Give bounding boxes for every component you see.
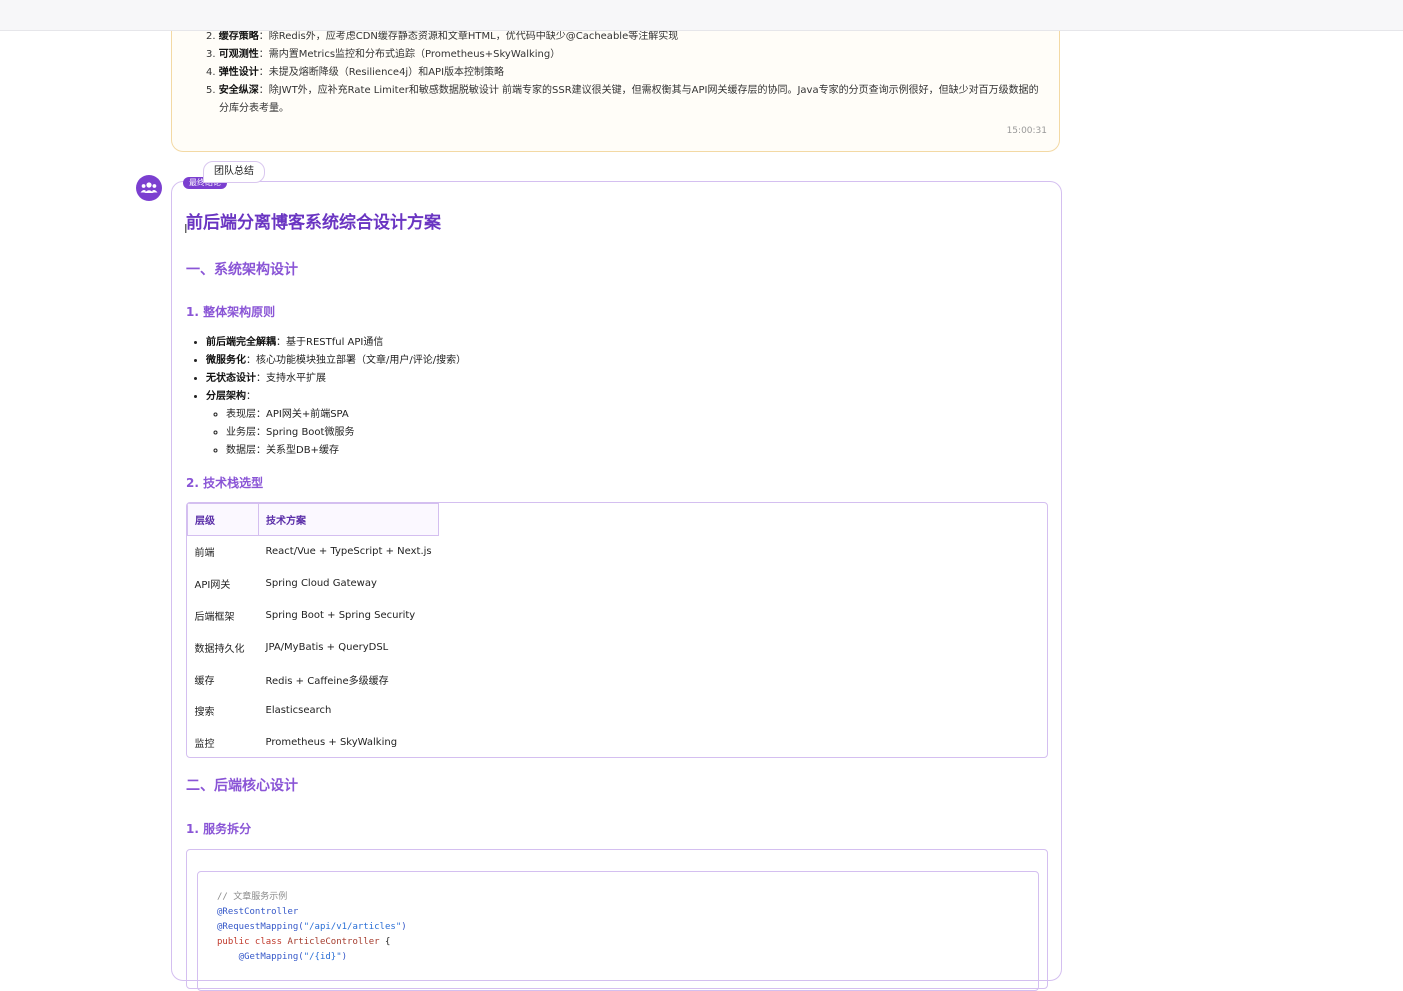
- sender-name: 团队总结: [203, 161, 265, 183]
- code-line: // 文章服务示例: [217, 892, 288, 902]
- table-cell: 前端: [194, 548, 215, 560]
- text-cursor-icon: I: [184, 222, 188, 236]
- table-row: 缓存 Redis + Caffeine多级缓存: [188, 663, 439, 695]
- table-cell: Spring Cloud Gateway: [265, 578, 377, 590]
- message-timestamp: 15:00:31: [1006, 126, 1047, 136]
- table-cell: React/Vue + TypeScript + Next.js: [265, 546, 432, 558]
- section-heading: 二、后端核心设计: [186, 778, 298, 794]
- table-cell: Elasticsearch: [265, 705, 332, 717]
- page-title: 前后端分离博客系统综合设计方案: [186, 213, 441, 233]
- table-cell: 后端框架: [194, 611, 235, 623]
- message-card: 前后端分离博客系统综合设计方案 一、系统架构设计 1. 整体架构原则 前后端完全…: [171, 181, 1062, 991]
- table-row: 搜索 Elasticsearch: [188, 695, 439, 727]
- subsection-heading: 2. 技术栈选型: [186, 476, 264, 490]
- table-cell: JPA/MyBatis + QueryDSL: [265, 641, 389, 653]
- table-cell: Redis + Caffeine多级缓存: [265, 675, 389, 687]
- code-line: @RestController: [217, 907, 299, 917]
- principles-list: 前后端完全解耦：基于RESTful API通信 微服务化：核心功能模块独立部署（…: [186, 334, 466, 460]
- table-row: 前端 React/Vue + TypeScript + Next.js: [188, 536, 439, 568]
- code-line: @GetMapping("/{id}"): [217, 952, 348, 962]
- table-cell: 搜索: [194, 707, 215, 719]
- table-row: 数据持久化 JPA/MyBatis + QueryDSL: [188, 631, 439, 663]
- tech-stack-table: 层级 技术方案 前端 React/Vue + TypeScript + Next.…: [186, 502, 1048, 758]
- team-icon: [140, 182, 158, 193]
- table-cell: Prometheus + SkyWalking: [265, 737, 398, 749]
- table-cell: 缓存: [194, 675, 215, 687]
- table-cell: 监控: [194, 739, 215, 751]
- subsection-heading: 1. 整体架构原则: [186, 305, 276, 319]
- code-block-container: // 文章服务示例 @RestController @RequestMappin…: [186, 849, 1048, 991]
- code-line: @RequestMapping("/api/v1/articles"): [217, 922, 407, 932]
- tech-stack-table-grid: 层级 技术方案 前端 React/Vue + TypeScript + Next.…: [187, 503, 440, 757]
- column-header: 层级: [187, 503, 259, 536]
- avatar[interactable]: [136, 175, 162, 201]
- layers-list: 表现层：API网关+前端SPA 业务层：Spring Boot微服务 数据层：关…: [206, 406, 466, 460]
- table-cell: 数据持久化: [194, 643, 245, 655]
- list-item: 表现层：API网关+前端SPA: [226, 406, 466, 424]
- list-item: 业务层：Spring Boot微服务: [226, 424, 466, 442]
- code-block[interactable]: // 文章服务示例 @RestController @RequestMappin…: [197, 871, 1039, 991]
- list-item: 微服务化：核心功能模块独立部署（文章/用户/评论/搜索）: [206, 352, 466, 370]
- table-cell: Spring Boot + Spring Security: [265, 609, 416, 621]
- list-item: 分层架构： 表现层：API网关+前端SPA 业务层：Spring Boot微服务…: [206, 388, 466, 460]
- table-row: API网关 Spring Cloud Gateway: [188, 568, 439, 600]
- list-item: 无状态设计：支持水平扩展: [206, 370, 466, 388]
- section-heading: 一、系统架构设计: [186, 262, 298, 278]
- list-item: 4. 弹性设计：未提及熔断降级（Resilience4j）和API版本控制策略: [206, 67, 505, 78]
- table-row: 后端框架 Spring Boot + Spring Security: [188, 600, 439, 632]
- table-header-row: 层级 技术方案: [187, 503, 440, 536]
- subsection-heading: 1. 服务拆分: [186, 822, 252, 836]
- list-item: 3. 可观测性：需内置Metrics监控和分布式追踪（Prometheus+Sk…: [206, 49, 561, 60]
- table-cell: API网关: [194, 580, 231, 592]
- list-item: 5. 安全纵深：除JWT外，应补充Rate Limiter和敏感数据脱敏设计 前…: [206, 85, 1039, 114]
- code-line: public class ArticleController {: [217, 937, 391, 947]
- table-row: 监控 Prometheus + SkyWalking: [188, 727, 439, 757]
- list-item: 前后端完全解耦：基于RESTful API通信: [206, 334, 466, 352]
- column-header: 技术方案: [257, 503, 440, 536]
- previous-suggestion-list: 2. 缓存策略：除Redis外，应考虑CDN缓存静态资源和文章HTML，优代码中…: [186, 28, 1046, 118]
- top-bar: [0, 0, 1403, 31]
- list-item: 数据层：关系型DB+缓存: [226, 442, 466, 460]
